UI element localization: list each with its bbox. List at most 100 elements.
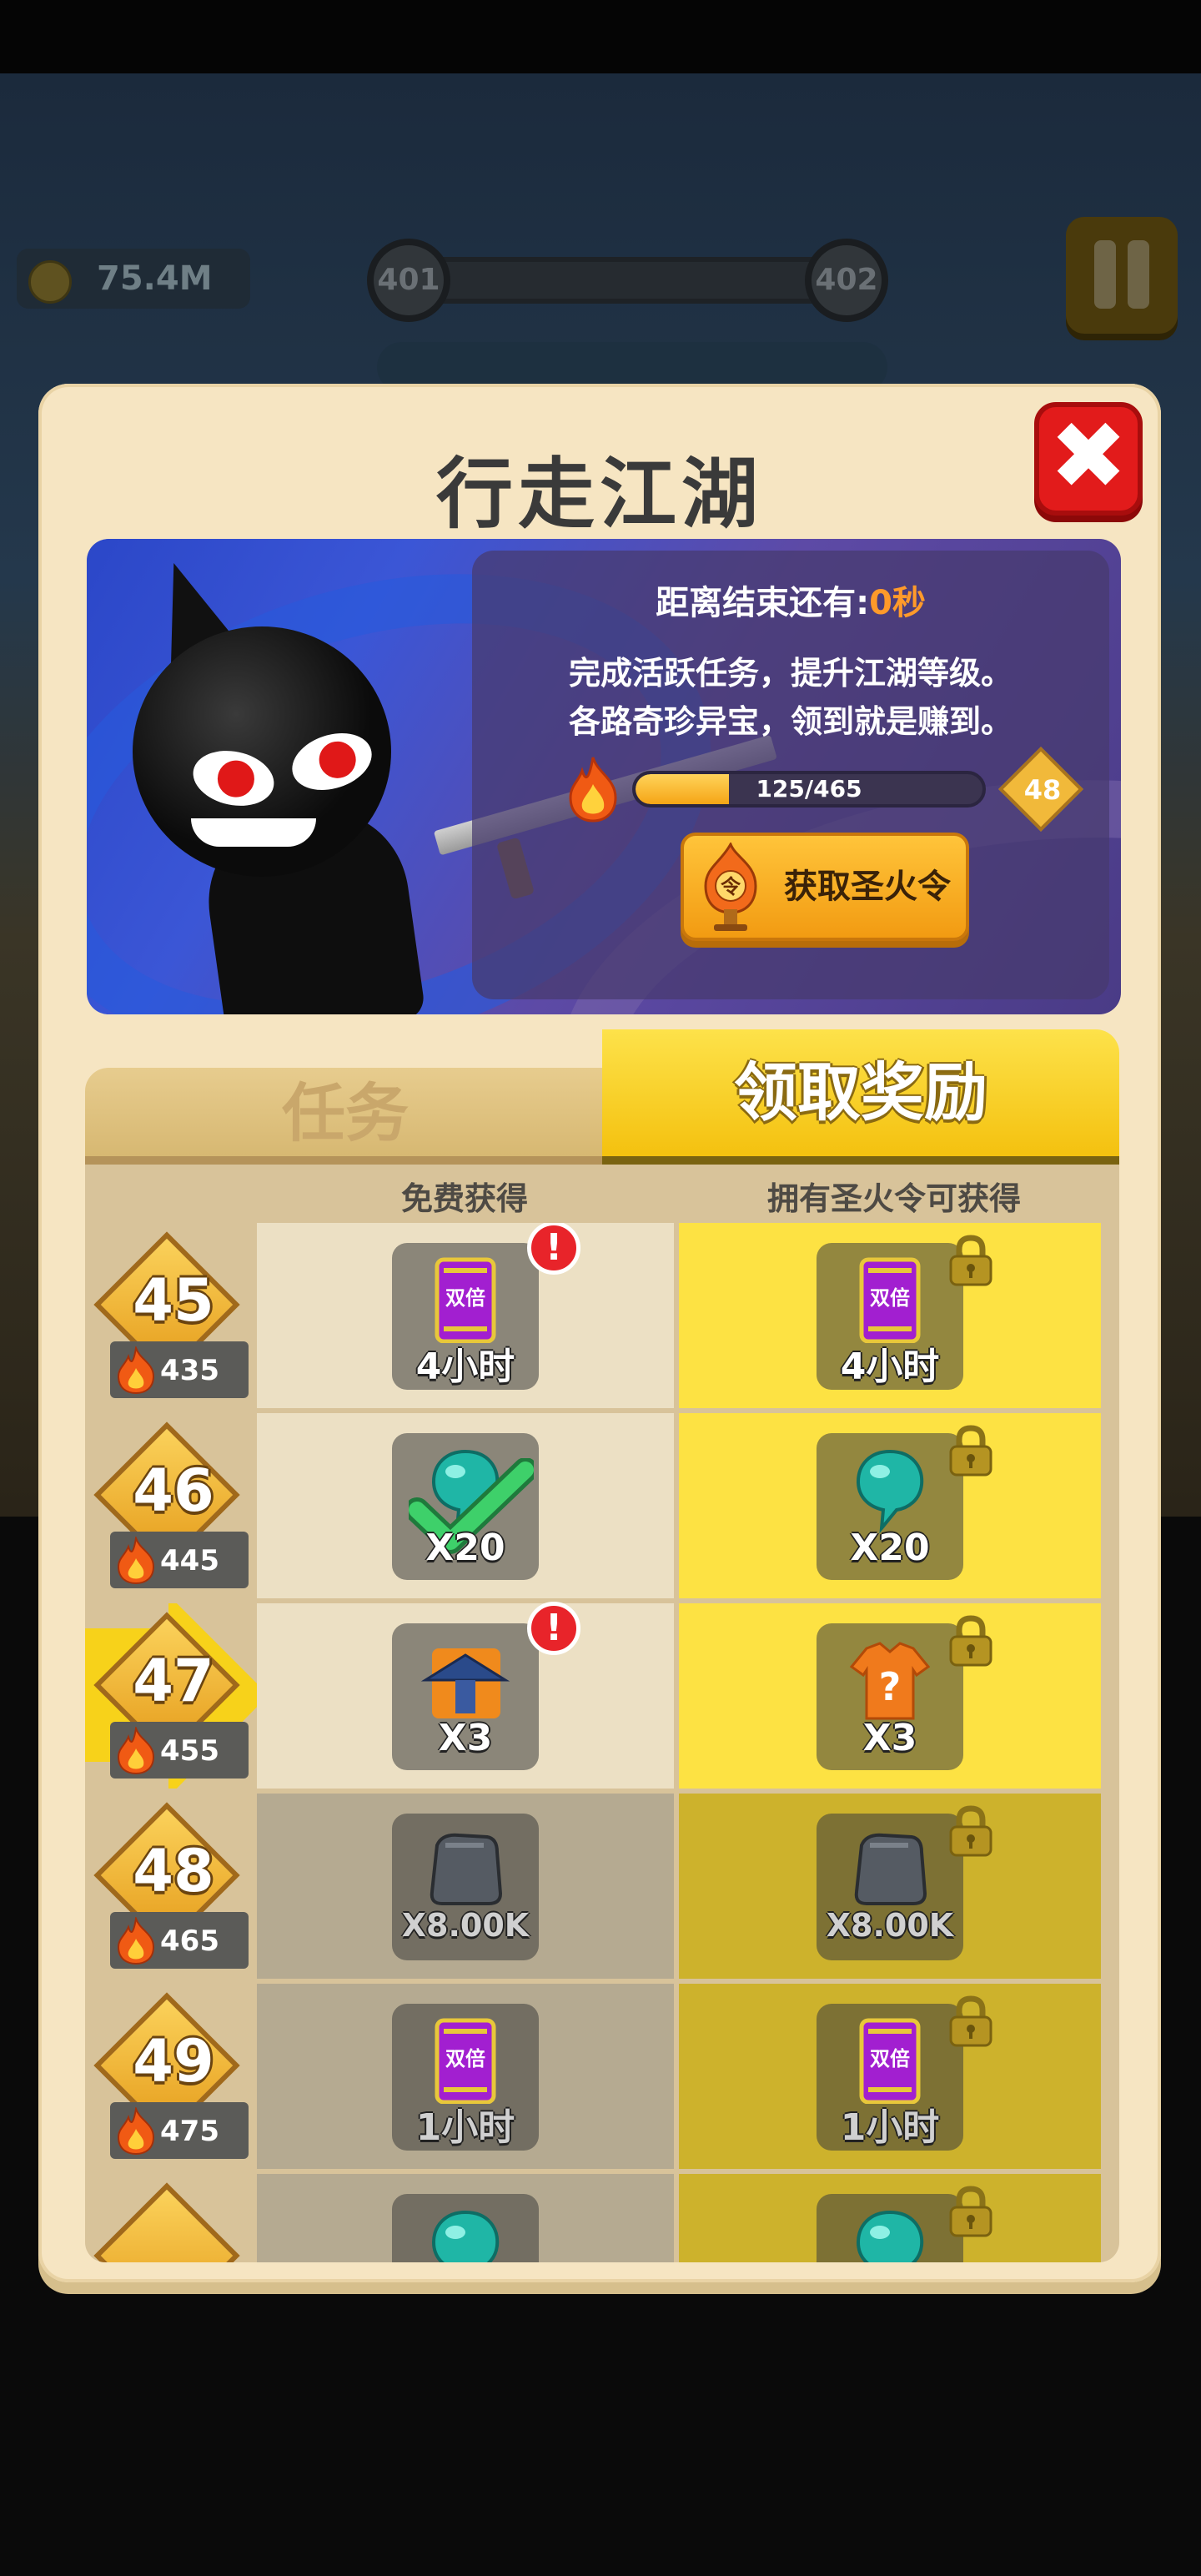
premium-reward-item[interactable] [817,2194,963,2262]
level-to-badge: 402 [805,239,888,322]
reward-row: 46 445 X20 X20 [85,1413,1119,1602]
free-reward-label: X3 [438,1717,493,1759]
free-reward-label: 1小时 [415,2106,515,2149]
lock-icon [949,1235,992,1286]
free-reward-item[interactable]: 双倍 4小时 [392,1243,539,1390]
premium-reward-label: X8.00K [826,1907,954,1944]
free-reward-cell[interactable]: 双倍 4小时! [257,1223,674,1408]
svg-text:双倍: 双倍 [445,1286,485,1310]
reward-row: 47 455 X3!? X3 [85,1602,1119,1792]
straw-hat-ninja-icon [420,1648,510,1718]
teal-gem-icon [856,1449,924,1533]
reward-rows: 45 435 双倍 4小时! 双倍 4小时 46 445 X20 X20 47 455 X3!? X3 48… [85,1223,1119,2262]
level-fire-value: 445 [160,1544,219,1577]
status-bar [0,0,1201,73]
premium-reward-label: X3 [862,1717,917,1759]
pause-icon [1094,240,1116,309]
premium-reward-item[interactable]: ? X3 [817,1623,963,1770]
tab-tasks-label: 任务 [282,1076,409,1150]
event-banner: 距离结束还有:0秒 完成活跃任务，提升江湖等级。 各路奇珍异宝，领到就是赚到。 … [87,539,1121,1014]
premium-reward-cell[interactable]: 双倍 4小时 [679,1223,1101,1408]
get-token-label: 获取圣火令 [784,868,951,906]
get-holy-fire-token-button[interactable]: 令 获取圣火令 [681,833,969,941]
mystery-shirt-icon: ? [849,1642,931,1720]
fire-icon [117,1727,155,1775]
tab-rewards-label: 领取奖励 [734,1055,987,1130]
free-reward-label: 4小时 [415,1346,515,1388]
holy-fire-token-icon: 令 [704,843,757,931]
free-reward-label: X20 [425,1527,505,1569]
level-fire-value: 455 [160,1734,219,1768]
lock-icon [949,1615,992,1667]
current-level-value: 48 [1023,774,1062,806]
progress-text: 125/465 [756,775,862,802]
premium-reward-cell[interactable]: ? X3 [679,1603,1101,1789]
premium-reward-cell[interactable]: X8.00K [679,1794,1101,1979]
premium-reward-label: X20 [850,1527,930,1569]
coin-icon [28,260,72,304]
level-fire-requirement: 475 [110,2102,249,2159]
fire-icon [117,1346,155,1395]
flame-icon [569,757,617,823]
svg-text:双倍: 双倍 [445,2047,485,2070]
fire-icon [117,1537,155,1585]
double-card-icon: 双倍 [859,2018,921,2104]
free-reward-item[interactable]: X20 [392,1433,539,1580]
close-button[interactable]: ✖ [1034,402,1143,516]
svg-text:令: 令 [721,875,741,898]
fire-icon [117,2107,155,2156]
premium-reward-item[interactable]: X8.00K [817,1814,963,1960]
premium-reward-cell[interactable] [679,2174,1101,2262]
premium-reward-label: 1小时 [840,2106,940,2149]
level-number: 46 [133,1457,214,1525]
lock-icon [949,1995,992,2047]
countdown-value: 0秒 [869,584,926,622]
reward-table[interactable]: 免费获得 拥有圣火令可获得 45 435 双倍 4小时! 双倍 4小时 46 445 X20 X2… [85,1165,1119,2262]
pause-button[interactable] [1066,217,1178,334]
modal-title: 行走江湖 [435,450,763,539]
level-fire-requirement: 445 [110,1532,249,1588]
lock-icon [949,2186,992,2237]
premium-reward-item[interactable]: X20 [817,1433,963,1580]
double-card-icon: 双倍 [859,1257,921,1343]
free-reward-cell[interactable] [257,2174,674,2262]
teal-gem-icon [431,2210,500,2262]
premium-reward-item[interactable]: 双倍 1小时 [817,2004,963,2151]
level-fire-value: 475 [160,2115,219,2148]
double-card-icon: 双倍 [435,1257,496,1343]
reward-row: 45 435 双倍 4小时! 双倍 4小时 [85,1223,1119,1411]
free-reward-cell[interactable]: X8.00K [257,1794,674,1979]
column-header-free: 免费获得 [400,1180,528,1217]
countdown-label: 距离结束还有: [656,584,870,622]
double-card-icon: 双倍 [435,2018,496,2104]
free-reward-cell[interactable]: X20 [257,1413,674,1598]
level-badge [93,2182,240,2262]
premium-reward-label: 4小时 [840,1346,940,1388]
level-fire-requirement: 455 [110,1722,249,1779]
premium-reward-cell[interactable]: 双倍 1小时 [679,1984,1101,2169]
tab-tasks[interactable]: 任务 [85,1068,606,1165]
countdown: 距离结束还有:0秒 [472,576,1109,624]
description-line-1: 完成活跃任务，提升江湖等级。 [568,655,1013,692]
level-fire-requirement: 465 [110,1912,249,1969]
alert-icon: ! [527,1602,580,1655]
level-fire-requirement: 435 [110,1341,249,1398]
reward-row: 48 465 X8.00K X8.00K [85,1794,1119,1982]
svg-text:双倍: 双倍 [870,1286,910,1310]
svg-text:双倍: 双倍 [870,2047,910,2070]
premium-reward-item[interactable]: 双倍 4小时 [817,1243,963,1390]
free-reward-item[interactable]: X3 [392,1623,539,1770]
free-reward-cell[interactable]: 双倍 1小时 [257,1984,674,2169]
free-reward-item[interactable]: X8.00K [392,1814,539,1960]
free-reward-cell[interactable]: X3! [257,1602,674,1789]
column-header-premium: 拥有圣火令可获得 [766,1180,1021,1217]
free-reward-item[interactable]: 双倍 1小时 [392,2004,539,2151]
level-number: 48 [133,1837,214,1905]
tab-rewards[interactable]: 领取奖励 [602,1029,1119,1165]
level-from-badge: 401 [367,239,450,322]
level-fire-value: 435 [160,1354,219,1387]
free-reward-item[interactable] [392,2194,539,2262]
premium-reward-cell[interactable]: X20 [679,1413,1101,1598]
alert-icon: ! [527,1223,580,1275]
event-description: 完成活跃任务，提升江湖等级。 各路奇珍异宝，领到就是赚到。 [472,649,1109,746]
